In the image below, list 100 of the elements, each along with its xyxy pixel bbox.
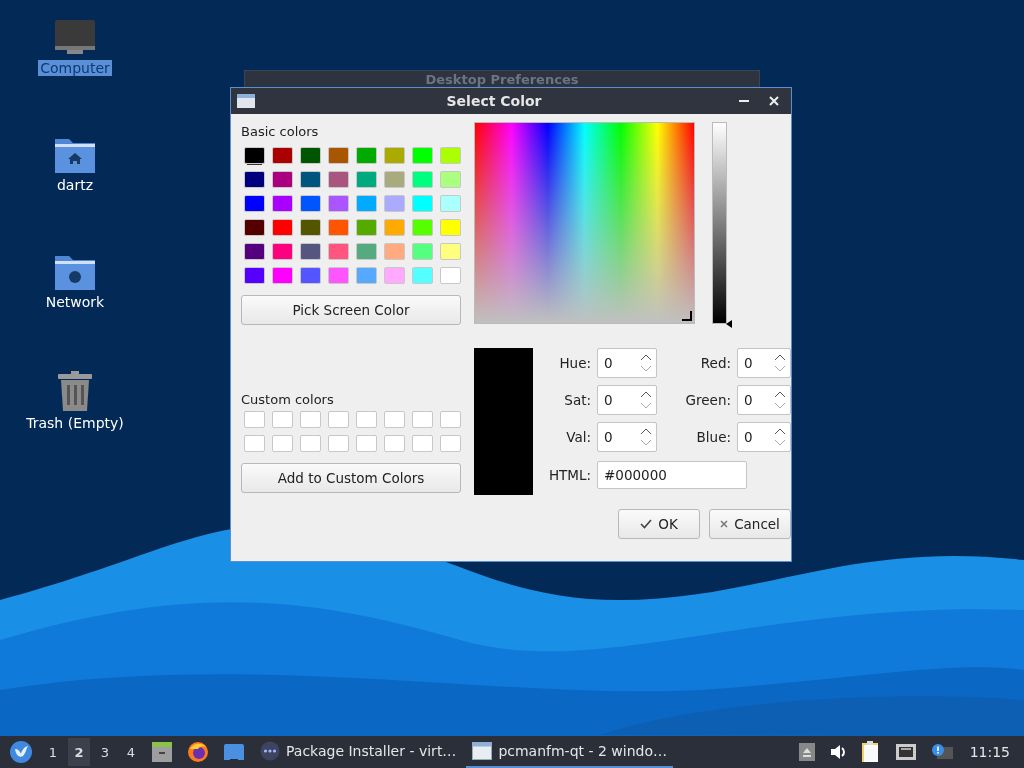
- color-swatch[interactable]: [440, 243, 461, 260]
- workspace-button[interactable]: 3: [94, 738, 116, 766]
- color-swatch[interactable]: [412, 147, 433, 164]
- desktop-icon-label[interactable]: Network: [43, 294, 107, 310]
- spin-box[interactable]: 0: [737, 348, 791, 378]
- color-swatch[interactable]: [328, 219, 349, 236]
- color-swatch[interactable]: [384, 219, 405, 236]
- color-swatch[interactable]: [300, 195, 321, 212]
- custom-color-slot[interactable]: [412, 435, 433, 452]
- color-swatch[interactable]: [440, 195, 461, 212]
- value-slider[interactable]: [712, 120, 733, 326]
- color-swatch[interactable]: [356, 195, 377, 212]
- clock: 11:15: [968, 744, 1011, 760]
- color-swatch[interactable]: [272, 219, 293, 236]
- color-swatch[interactable]: [440, 147, 461, 164]
- custom-color-slot[interactable]: [300, 435, 321, 452]
- color-swatch[interactable]: [328, 195, 349, 212]
- field-label: Green:: [684, 392, 731, 408]
- workspace-button[interactable]: 4: [120, 738, 142, 766]
- color-swatch[interactable]: [440, 171, 461, 188]
- color-swatch[interactable]: [328, 147, 349, 164]
- color-swatch[interactable]: [328, 267, 349, 284]
- color-swatch[interactable]: [356, 267, 377, 284]
- ok-button[interactable]: OK: [618, 509, 700, 539]
- custom-color-slot[interactable]: [328, 411, 349, 428]
- custom-color-slot[interactable]: [272, 411, 293, 428]
- color-swatch[interactable]: [244, 171, 265, 188]
- workspace-button[interactable]: 2: [68, 738, 90, 766]
- color-swatch[interactable]: [384, 243, 405, 260]
- custom-color-slot[interactable]: [440, 411, 461, 428]
- trash-icon: [57, 371, 93, 411]
- color-swatch[interactable]: [328, 243, 349, 260]
- color-spectrum[interactable]: [474, 122, 695, 324]
- workspace-button[interactable]: 1: [42, 738, 64, 766]
- color-swatch[interactable]: [272, 243, 293, 260]
- color-swatch[interactable]: [356, 147, 377, 164]
- home-folder-icon: [54, 137, 96, 173]
- color-swatch[interactable]: [356, 171, 377, 188]
- custom-color-slot[interactable]: [244, 435, 265, 452]
- color-swatch[interactable]: [384, 171, 405, 188]
- cancel-button[interactable]: Cancel: [709, 509, 791, 539]
- spin-box[interactable]: 0: [597, 348, 657, 378]
- color-swatch[interactable]: [300, 243, 321, 260]
- color-swatch[interactable]: [300, 219, 321, 236]
- color-swatch[interactable]: [244, 219, 265, 236]
- html-field[interactable]: #000000: [597, 461, 747, 489]
- color-swatch[interactable]: [272, 195, 293, 212]
- custom-color-slot[interactable]: [300, 411, 321, 428]
- color-swatch[interactable]: [244, 267, 265, 284]
- crosshair-icon: [682, 311, 692, 321]
- window-title: Select Color: [445, 93, 543, 109]
- field-label: Hue:: [558, 355, 591, 371]
- field-label: HTML:: [547, 467, 591, 483]
- custom-color-slot[interactable]: [356, 411, 377, 428]
- color-swatch[interactable]: [244, 243, 265, 260]
- desktop-icon-label[interactable]: dartz: [54, 177, 96, 193]
- custom-color-slot[interactable]: [328, 435, 349, 452]
- custom-color-slot[interactable]: [244, 411, 265, 428]
- color-swatch[interactable]: [356, 243, 377, 260]
- color-swatch[interactable]: [412, 243, 433, 260]
- spin-box[interactable]: 0: [737, 385, 791, 415]
- slider-arrow[interactable]: [726, 320, 732, 328]
- color-swatch[interactable]: [272, 171, 293, 188]
- custom-color-slot[interactable]: [384, 411, 405, 428]
- color-swatch[interactable]: [300, 147, 321, 164]
- color-swatch[interactable]: [272, 147, 293, 164]
- spin-box[interactable]: 0: [597, 385, 657, 415]
- color-swatch[interactable]: [328, 171, 349, 188]
- color-swatch[interactable]: [244, 195, 265, 212]
- desktop-icon-label[interactable]: Trash (Empty): [24, 415, 126, 431]
- color-swatch[interactable]: [300, 267, 321, 284]
- network-folder-icon: [54, 254, 96, 290]
- color-swatch[interactable]: [440, 267, 461, 284]
- color-swatch[interactable]: [412, 195, 433, 212]
- taskbar-task[interactable]: pcmanfm-qt - 2 windo…: [466, 736, 674, 768]
- spin-box[interactable]: 0: [737, 422, 791, 452]
- monitor-icon: [54, 20, 96, 56]
- color-swatch[interactable]: [356, 219, 377, 236]
- color-swatch[interactable]: [384, 267, 405, 284]
- color-swatch[interactable]: [384, 147, 405, 164]
- add-custom-color-button[interactable]: Add to Custom Colors: [241, 463, 461, 493]
- custom-color-slot[interactable]: [412, 411, 433, 428]
- check-icon: [640, 519, 653, 529]
- spin-box[interactable]: 0: [597, 422, 657, 452]
- color-swatch[interactable]: [272, 267, 293, 284]
- color-swatch[interactable]: [412, 267, 433, 284]
- pick-screen-color-button[interactable]: Pick Screen Color: [241, 295, 461, 325]
- color-swatch[interactable]: [440, 219, 461, 236]
- custom-color-slot[interactable]: [272, 435, 293, 452]
- custom-color-slot[interactable]: [384, 435, 405, 452]
- color-swatch[interactable]: [244, 147, 265, 164]
- custom-color-slot[interactable]: [440, 435, 461, 452]
- color-swatch[interactable]: [412, 171, 433, 188]
- color-swatch[interactable]: [300, 171, 321, 188]
- field-label: Sat:: [563, 392, 591, 408]
- color-swatch[interactable]: [412, 219, 433, 236]
- custom-color-slot[interactable]: [356, 435, 377, 452]
- taskbar-task[interactable]: Package Installer - virt…: [254, 736, 463, 768]
- color-swatch[interactable]: [384, 195, 405, 212]
- section-label: Basic colors: [241, 124, 320, 139]
